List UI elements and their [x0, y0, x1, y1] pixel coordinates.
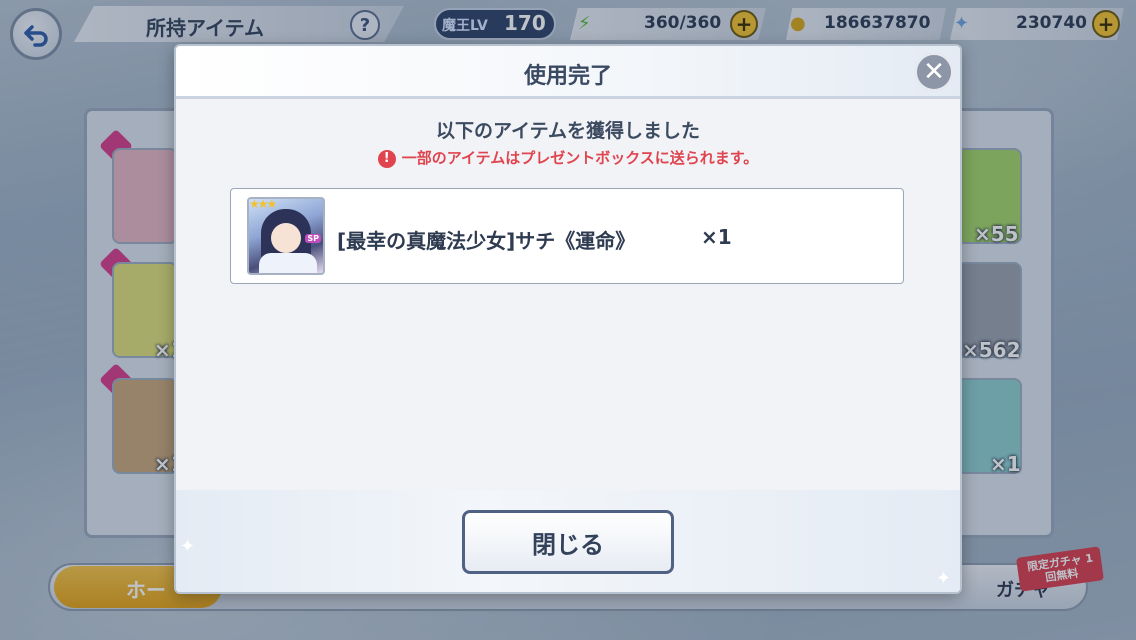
dialog-close-icon-button[interactable]: ✕	[914, 52, 954, 92]
rarity-stars-icon: ★★★	[249, 197, 277, 211]
acquired-message: 以下のアイテムを獲得しました	[435, 120, 701, 142]
item-name: [最幸の真魔法少女]サチ《運命》	[337, 229, 636, 253]
sparkle-icon: ✦	[936, 568, 952, 589]
acquired-item-row: ★★★ SP [最幸の真魔法少女]サチ《運命》 ×1	[230, 188, 904, 284]
warning-text: 一部のアイテムはプレゼントボックスに送られます。	[401, 149, 759, 167]
character-thumbnail: ★★★ SP	[247, 197, 325, 275]
rank-badge: SP	[305, 234, 321, 243]
thumb-dress	[259, 253, 317, 273]
warning-icon: !	[377, 150, 396, 168]
item-quantity: ×1	[701, 225, 732, 249]
thumb-face	[271, 223, 301, 253]
close-button[interactable]: 閉じる	[462, 510, 674, 574]
sparkle-icon: ✦	[180, 536, 196, 557]
warning-message: ! 一部のアイテムはプレゼントボックスに送られます。	[176, 147, 960, 168]
usage-complete-dialog: ✦ 使用完了 ✕ 以下のアイテムを獲得しました ! 一部のアイテムはプレゼントボッ…	[174, 44, 962, 594]
dialog-title: 使用完了	[523, 64, 612, 89]
